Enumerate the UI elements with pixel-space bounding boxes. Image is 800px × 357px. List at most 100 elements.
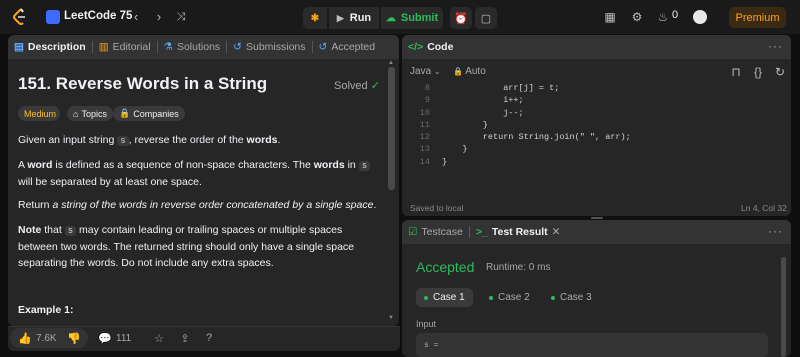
submit-label: Submit bbox=[400, 12, 439, 24]
check-circle-icon: ✓ bbox=[370, 80, 380, 92]
scroll-down-icon[interactable]: ▼ bbox=[388, 315, 394, 321]
thumbs-down-icon[interactable]: 👎 bbox=[67, 331, 81, 345]
lock-icon: 🔒 bbox=[119, 108, 131, 118]
line-number: 9 bbox=[424, 95, 430, 106]
line-number: 13 bbox=[419, 144, 430, 155]
share-icon[interactable]: ⇪ bbox=[178, 331, 192, 345]
tab-description[interactable]: ▤ Description bbox=[8, 35, 92, 59]
text: Given an input string bbox=[18, 134, 118, 146]
history-icon: ↺ bbox=[233, 41, 242, 53]
code-text: i++; bbox=[442, 95, 524, 106]
leetcode-logo[interactable] bbox=[12, 8, 28, 26]
bookmark-icon[interactable]: ⊓ bbox=[728, 64, 744, 80]
tab-accepted[interactable]: ↺ Accepted bbox=[313, 35, 382, 59]
runtime-text: Runtime: 0 ms bbox=[486, 262, 551, 273]
problem-list-icon[interactable] bbox=[46, 10, 60, 24]
text: is defined as a sequence of non-space ch… bbox=[52, 159, 314, 171]
line-number: 12 bbox=[419, 132, 430, 143]
solved-status: Solved ✓ bbox=[334, 79, 380, 92]
note-icon: ▢ bbox=[480, 12, 492, 25]
tab-testcase-label: Testcase bbox=[421, 226, 463, 238]
avatar[interactable] bbox=[693, 10, 707, 24]
tab-submissions[interactable]: ↺ Submissions bbox=[227, 35, 311, 59]
code-line: 13 } bbox=[410, 143, 631, 155]
notes-button[interactable]: ▢ bbox=[475, 7, 497, 29]
topics-chip[interactable]: ⌂ Topics bbox=[67, 106, 113, 121]
thumbs-up-icon[interactable]: 👍 bbox=[18, 331, 32, 345]
case-tab-1[interactable]: Case 1 bbox=[416, 288, 473, 307]
code-line: 9 i++; bbox=[410, 94, 631, 106]
cursor-position: Ln 4, Col 32 bbox=[741, 203, 787, 213]
fire-icon[interactable]: ♨ bbox=[655, 9, 671, 25]
input-value: s = bbox=[424, 341, 439, 350]
result-scrollbar[interactable] bbox=[781, 257, 786, 357]
case-tab-3[interactable]: Case 3 bbox=[543, 288, 600, 307]
code-title: Code bbox=[427, 41, 454, 53]
format-braces-icon[interactable]: {} bbox=[750, 64, 766, 80]
tab-editorial[interactable]: ▥ Editorial bbox=[93, 35, 157, 59]
tab-testcase[interactable]: ☑ Testcase bbox=[402, 220, 469, 244]
pass-dot bbox=[551, 295, 555, 300]
comment-icon[interactable]: 💬 bbox=[98, 331, 112, 345]
auto-mode-toggle[interactable]: 🔒 Auto bbox=[453, 66, 486, 77]
flask-icon: ⚗ bbox=[163, 41, 173, 53]
code-text: } bbox=[442, 156, 448, 167]
tab-description-label: Description bbox=[27, 41, 86, 53]
problem-list-title[interactable]: LeetCode 75 bbox=[64, 10, 132, 22]
run-label: Run bbox=[349, 12, 372, 24]
text: . bbox=[277, 134, 281, 146]
description-scrollbar[interactable] bbox=[388, 67, 395, 190]
code-text: } bbox=[442, 119, 488, 130]
case-tab-2[interactable]: Case 2 bbox=[481, 288, 538, 307]
reset-icon[interactable]: ↻ bbox=[772, 64, 788, 80]
prev-problem-icon[interactable]: ‹ bbox=[128, 9, 144, 25]
solved-label: Solved bbox=[334, 80, 368, 92]
help-icon[interactable]: ? bbox=[202, 331, 216, 345]
shuffle-icon[interactable]: ⤨ bbox=[173, 9, 189, 25]
debug-button[interactable]: ✱ bbox=[303, 7, 327, 29]
problem-paragraph-1: Given an input string s, reverse the ord… bbox=[18, 132, 378, 149]
example-heading: Example 1: bbox=[18, 304, 74, 316]
pass-dot bbox=[489, 295, 493, 300]
book-icon: ▥ bbox=[98, 41, 109, 53]
chevron-down-icon: ⌄ bbox=[433, 67, 441, 76]
mode-value: Auto bbox=[465, 66, 486, 77]
line-number: 11 bbox=[419, 119, 430, 130]
like-count: 7.6K bbox=[36, 333, 57, 344]
next-problem-icon[interactable]: › bbox=[151, 9, 167, 25]
code-line: 14} bbox=[410, 156, 631, 168]
language-value: Java bbox=[410, 66, 432, 77]
premium-button[interactable]: Premium bbox=[729, 7, 786, 28]
tab-code[interactable]: </> Code bbox=[402, 35, 459, 59]
star-icon[interactable]: ☆ bbox=[152, 331, 166, 345]
tab-solutions[interactable]: ⚗ Solutions bbox=[158, 35, 227, 59]
resize-grip bbox=[591, 217, 603, 219]
timer-button[interactable]: ⏰ bbox=[450, 7, 472, 29]
scroll-up-icon[interactable]: ▲ bbox=[388, 60, 394, 66]
more-options-icon[interactable]: ··· bbox=[768, 224, 783, 238]
italic-text: a string of the words in reverse order c… bbox=[52, 199, 374, 211]
input-value-box bbox=[416, 333, 768, 357]
pass-dot bbox=[424, 295, 428, 300]
comment-count: 111 bbox=[116, 333, 132, 344]
tab-test-result-label: Test Result bbox=[491, 226, 548, 238]
gear-icon[interactable]: ⚙ bbox=[629, 9, 645, 25]
text: . bbox=[373, 199, 377, 211]
companies-label: Companies bbox=[133, 108, 179, 119]
companies-chip[interactable]: 🔒 Companies bbox=[113, 106, 185, 121]
code-editor[interactable]: 8 arr[j] = t; 9 i++; 10 j--; 11 } 12 ret… bbox=[410, 82, 631, 168]
submit-button[interactable]: ☁ Submit bbox=[381, 7, 443, 29]
layout-grid-icon[interactable]: ▦ bbox=[602, 9, 618, 25]
more-options-icon[interactable]: ··· bbox=[768, 39, 783, 53]
code-line: 11 } bbox=[410, 119, 631, 131]
tab-test-result[interactable]: >_ Test Result ✕ bbox=[470, 220, 567, 244]
difficulty-badge: Medium bbox=[18, 106, 60, 121]
close-icon[interactable]: ✕ bbox=[552, 226, 561, 238]
run-button[interactable]: ▶ Run bbox=[329, 7, 379, 29]
text: that bbox=[41, 224, 65, 236]
case-label: Case 3 bbox=[560, 292, 592, 303]
tab-submissions-label: Submissions bbox=[245, 41, 306, 53]
topics-label: Topics bbox=[81, 108, 107, 119]
language-select[interactable]: Java ⌄ bbox=[410, 66, 441, 77]
code-icon: </> bbox=[408, 41, 424, 53]
